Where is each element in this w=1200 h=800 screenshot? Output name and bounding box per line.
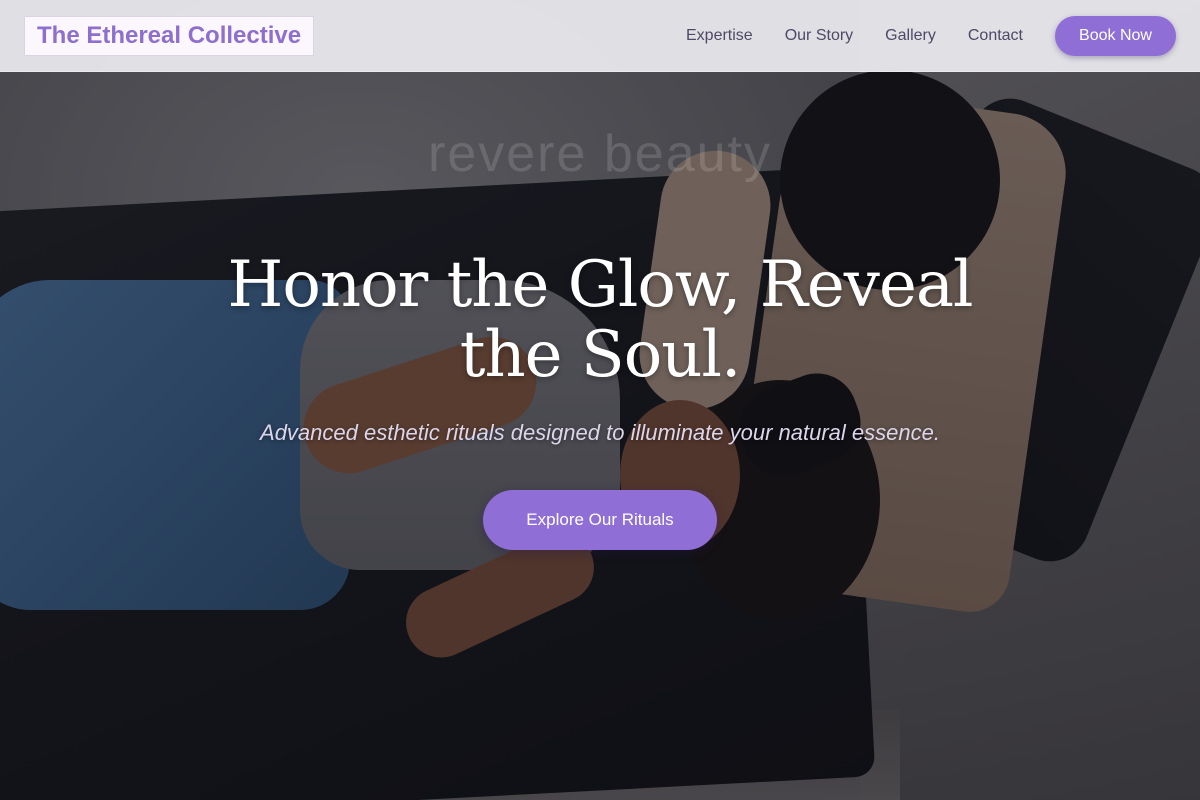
site-header: The Ethereal Collective Expertise Our St… [0,0,1200,72]
nav-link-our-story[interactable]: Our Story [785,27,853,45]
book-now-button[interactable]: Book Now [1055,15,1176,56]
hero-content: Honor the Glow, Reveal the Soul. Advance… [0,250,1200,550]
nav-link-gallery[interactable]: Gallery [885,27,936,45]
nav-link-expertise[interactable]: Expertise [686,27,753,45]
hero-watermark-text: revere beauty [428,125,772,183]
site-logo[interactable]: The Ethereal Collective [24,15,315,56]
nav-link-contact[interactable]: Contact [968,27,1023,45]
explore-rituals-button[interactable]: Explore Our Rituals [483,490,717,550]
hero-subtitle: Advanced esthetic rituals designed to il… [260,420,940,445]
hero-headline: Honor the Glow, Reveal the Soul. [227,248,974,392]
main-nav: Expertise Our Story Gallery Contact Book… [686,15,1176,56]
